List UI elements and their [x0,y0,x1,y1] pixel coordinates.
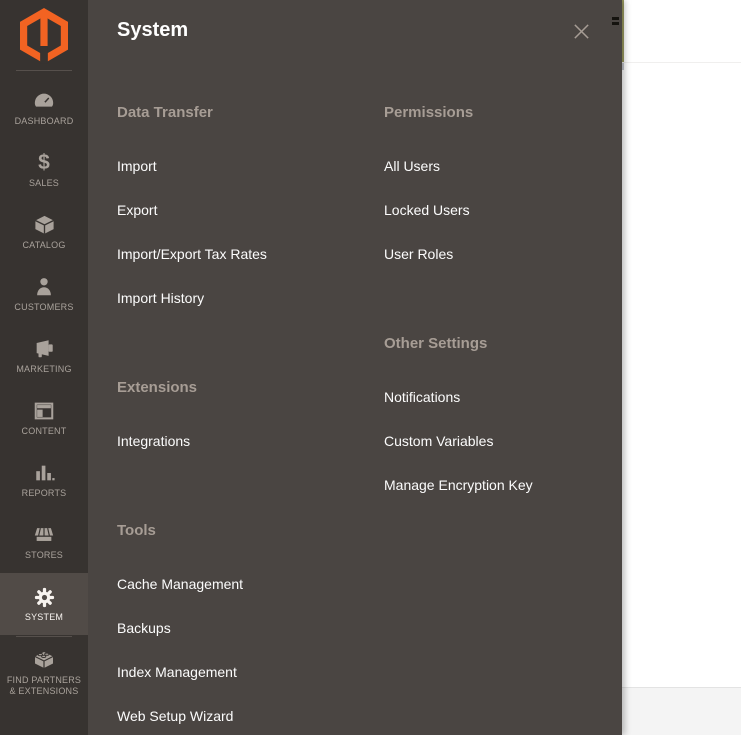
sidebar-item-content[interactable]: CONTENT [0,387,88,449]
sidebar-item-stores[interactable]: STORES [0,511,88,573]
menu-item-custom-variables[interactable]: Custom Variables [384,432,604,450]
sidebar-item-label: MARKETING [16,364,72,374]
sidebar-item-reports[interactable]: REPORTS [0,449,88,511]
menu-item-export[interactable]: Export [117,201,367,219]
menu-item-user-roles[interactable]: User Roles [384,245,604,263]
section-title-data-transfer: Data Transfer [117,104,213,121]
menu-item-import[interactable]: Import [117,157,367,175]
menu-item-import-export-tax-rates[interactable]: Import/Export Tax Rates [117,245,367,263]
sidebar-item-sales[interactable]: $ SALES [0,139,88,201]
dashboard-icon [31,89,57,113]
page-content-behind-overlay [622,0,741,735]
section-title-tools: Tools [117,522,156,539]
sidebar-item-marketing[interactable]: MARKETING [0,325,88,387]
sidebar-divider [16,70,72,71]
magento-logo[interactable] [0,0,88,66]
find-partners-brick-icon [31,648,57,672]
menu-item-index-management[interactable]: Index Management [117,663,367,681]
page-header-edge [622,62,741,63]
sidebar-item-system[interactable]: SYSTEM [0,573,88,635]
sidebar-item-label: REPORTS [21,488,67,498]
sidebar-item-label: CONTENT [21,426,67,436]
system-flyout-menu: System Data Transfer Import Export Impor… [88,0,622,735]
sidebar-item-label: CUSTOMERS [14,302,74,312]
accent-line-end [622,62,624,70]
sidebar-item-label: STORES [24,550,64,560]
menu-item-notifications[interactable]: Notifications [384,388,604,406]
sidebar-item-label: FIND PARTNERS & EXTENSIONS [6,674,82,696]
system-gear-icon [31,585,57,609]
admin-sidebar: DASHBOARD $ SALES CATALOG CUSTOMERS MARK… [0,0,88,735]
reports-icon [31,461,57,485]
section-title-other-settings: Other Settings [384,335,488,352]
menu-item-web-setup-wizard[interactable]: Web Setup Wizard [117,707,367,725]
marketing-icon [31,337,57,361]
sidebar-item-label: SYSTEM [24,612,64,622]
content-icon [31,399,57,423]
sidebar-item-catalog[interactable]: CATALOG [0,201,88,263]
sidebar-item-label: CATALOG [22,240,66,250]
menu-item-manage-encryption-key[interactable]: Manage Encryption Key [384,476,604,494]
menu-item-all-users[interactable]: All Users [384,157,604,175]
section-title-extensions: Extensions [117,379,198,396]
sidebar-item-customers[interactable]: CUSTOMERS [0,263,88,325]
flyout-column-left: Data Transfer Import Export Import/Expor… [117,0,367,725]
menu-item-cache-management[interactable]: Cache Management [117,575,367,593]
sidebar-item-label: SALES [28,178,60,188]
sidebar-item-find-partners[interactable]: FIND PARTNERS & EXTENSIONS [0,637,88,707]
menu-item-integrations[interactable]: Integrations [117,432,367,450]
magento-logo-icon [20,8,68,64]
menu-item-locked-users[interactable]: Locked Users [384,201,604,219]
sales-icon: $ [38,151,50,174]
sidebar-item-dashboard[interactable]: DASHBOARD [0,77,88,139]
flyout-column-right: Permissions All Users Locked Users User … [384,0,604,494]
menu-item-backups[interactable]: Backups [117,619,367,637]
page-footer [622,687,741,735]
sidebar-item-label: DASHBOARD [14,116,74,126]
section-title-permissions: Permissions [384,104,474,121]
page-peek-marks [612,17,619,27]
catalog-icon [31,213,57,237]
menu-item-import-history[interactable]: Import History [117,289,367,307]
accent-line [622,0,624,62]
stores-icon [31,523,57,547]
customers-icon [31,275,57,299]
